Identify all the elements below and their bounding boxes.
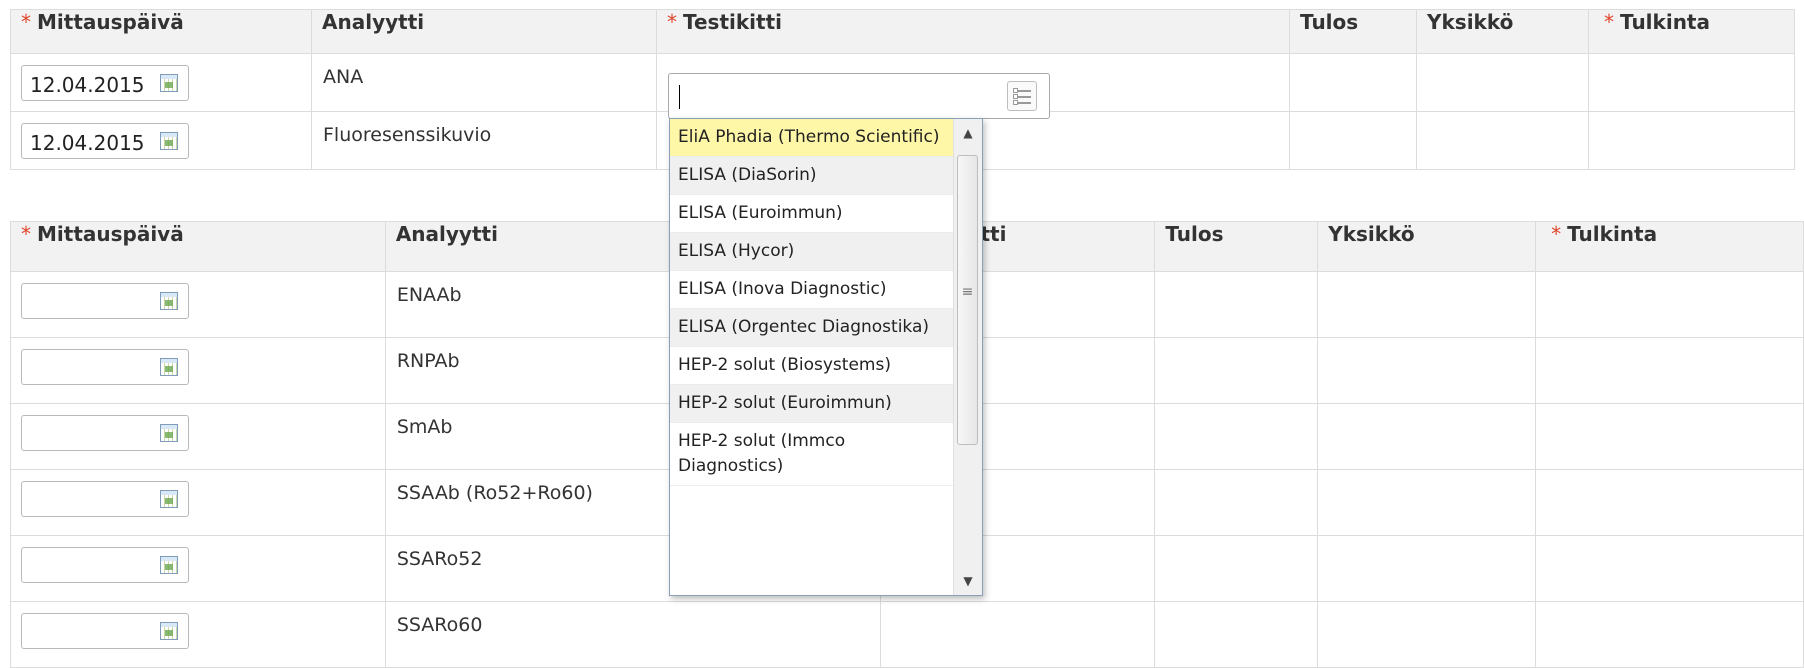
col-header-result: Tulos [1289,9,1417,54]
interpretation-cell[interactable] [1588,53,1795,112]
col-header-interpretation: * Tulkinta [1588,9,1795,54]
unit-cell [1416,53,1589,112]
date-input[interactable] [21,613,189,649]
calendar-icon[interactable] [160,132,178,150]
analyte-name: ANA [323,66,364,88]
text-caret [679,85,680,109]
result-cell[interactable] [1154,535,1319,602]
required-marker: * [1604,10,1614,34]
required-marker: * [1551,222,1562,246]
dropdown-option[interactable]: ELISA (Orgentec Diagnostika) [670,309,954,347]
date-input[interactable] [21,547,189,583]
interpretation-cell[interactable] [1535,535,1804,602]
result-cell[interactable] [1154,601,1319,668]
interpretation-cell[interactable] [1535,337,1804,404]
scroll-up-arrow-icon[interactable]: ▲ [954,119,982,147]
result-cell[interactable] [1154,469,1319,536]
interpretation-cell[interactable] [1535,601,1804,668]
analyte-name: Fluoresenssikuvio [323,124,492,146]
kit-cell[interactable] [880,601,1156,668]
date-input[interactable] [21,283,189,319]
scrollbar-thumb[interactable] [957,155,978,445]
kit-combobox[interactable] [668,73,1050,119]
unit-cell [1416,111,1589,170]
col-header-analyte: Analyytti [311,9,657,54]
col-header-unit: Yksikkö [1317,221,1537,272]
dropdown-option[interactable]: ELISA (DiaSorin) [670,157,954,195]
col-header-kit: *Testikitti [656,9,1290,54]
result-cell[interactable] [1154,403,1319,470]
dropdown-option[interactable]: HEP-2 solut (Biosystems) [670,347,954,385]
kit-dropdown-list[interactable]: EliA Phadia (Thermo Scientific) ELISA (D… [669,118,983,596]
result-cell[interactable] [1289,53,1417,112]
col-header-result: Tulos [1154,221,1319,272]
calendar-icon[interactable] [160,74,178,92]
dropdown-option[interactable]: ELISA (Hycor) [670,233,954,271]
dropdown-option[interactable]: HEP-2 solut (Euroimmun) [670,385,954,423]
result-cell[interactable] [1289,111,1417,170]
unit-cell [1317,337,1537,404]
col-header-interpretation: * Tulkinta [1535,221,1804,272]
interpretation-cell[interactable] [1535,271,1804,338]
dropdown-option[interactable]: ELISA (Euroimmun) [670,195,954,233]
calendar-icon[interactable] [160,292,178,310]
col-header-date: * Mittauspäivä [10,9,312,54]
dropdown-option[interactable]: EliA Phadia (Thermo Scientific) [670,119,954,157]
calendar-icon[interactable] [160,622,178,640]
dropdown-option[interactable]: HEP-2 solut (Immco Diagnostics) [670,423,954,486]
analyte-name: SSARo60 [396,614,483,636]
date-input[interactable] [21,415,189,451]
required-marker: * [667,10,677,34]
date-input[interactable] [21,349,189,385]
calendar-icon[interactable] [160,358,178,376]
col-header-unit: Yksikkö [1416,9,1589,54]
table-row: SSARo60 [10,601,1804,668]
table-header-row: *Mittauspäivä Analyytti *Testikitti Tulo… [10,9,1795,54]
scroll-down-arrow-icon[interactable]: ▼ [954,567,982,595]
list-icon[interactable] [1007,81,1037,111]
unit-cell [1317,469,1537,536]
result-cell[interactable] [1154,337,1319,404]
interpretation-cell[interactable] [1535,403,1804,470]
required-marker: * [21,222,31,246]
result-cell[interactable] [1154,271,1319,338]
col-header-date: * Mittauspäivä [10,221,386,272]
unit-cell [1317,403,1537,470]
calendar-icon[interactable] [160,424,178,442]
date-input[interactable]: 12.04.2015 [21,123,189,159]
interpretation-cell[interactable] [1588,111,1795,170]
date-input[interactable]: 12.04.2015 [21,65,189,101]
kit-options: EliA Phadia (Thermo Scientific) ELISA (D… [670,119,954,486]
unit-cell [1317,535,1537,602]
unit-cell [1317,601,1537,668]
unit-cell [1317,271,1537,338]
calendar-icon[interactable] [160,490,178,508]
calendar-icon[interactable] [160,556,178,574]
dropdown-option[interactable]: ELISA (Inova Diagnostic) [670,271,954,309]
date-input[interactable] [21,481,189,517]
required-marker: * [21,10,31,34]
dropdown-scrollbar[interactable]: ▲ ▼ [953,119,982,595]
interpretation-cell[interactable] [1535,469,1804,536]
